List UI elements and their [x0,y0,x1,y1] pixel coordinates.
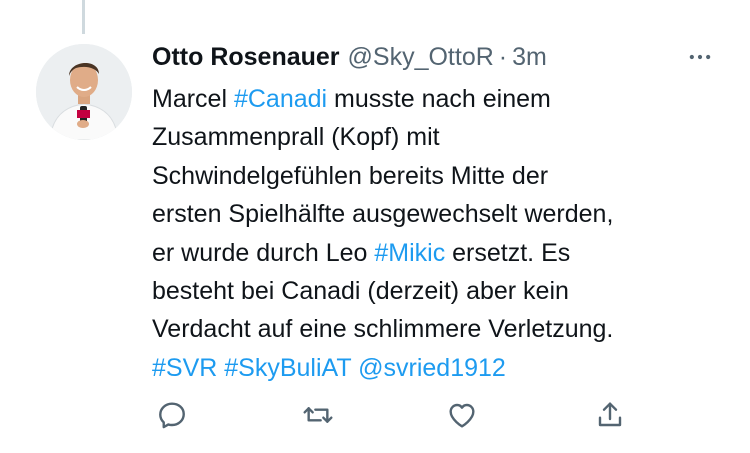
retweet-button[interactable] [298,395,338,435]
tweet-text-line: Marcel #Canadi musste nach einem [152,80,712,118]
hashtag-link[interactable]: #Mikic [374,239,445,267]
share-icon [598,402,622,427]
thread-connector-line [82,0,85,34]
more-options-button[interactable] [682,40,718,74]
tweet-text-line: #SVR #SkyBuliAT @svried1912 [152,349,712,387]
tweet-header: Otto Rosenauer @Sky_OttoR · 3m [152,40,712,74]
text-segment: Zusammenprall (Kopf) mit [152,123,440,152]
author-name[interactable]: Otto Rosenauer [152,40,340,74]
share-button[interactable] [590,395,630,435]
tweet-text-line: besteht bei Canadi (derzeit) aber kein [152,272,712,310]
like-icon [449,403,475,428]
text-segment: ersten Spielhälfte ausgewechselt werden, [152,200,614,229]
hashtag-link[interactable]: #Canadi [234,85,327,113]
tweet-text-line: Zusammenprall (Kopf) mit [152,118,712,156]
retweet-icon [303,407,333,423]
tweet-text-line: ersten Spielhälfte ausgewechselt werden, [152,195,712,233]
tweet-actions-bar [152,395,632,435]
tweet-timestamp[interactable]: 3m [512,40,547,74]
hashtag-link[interactable]: #SVR [152,354,217,382]
text-segment: Verdacht auf eine schlimmere Verletzung. [152,315,614,344]
more-horizontal-icon [689,54,711,60]
hashtag-link[interactable]: #SkyBuliAT [224,354,351,382]
tweet-text-line: Schwindelgefühlen bereits Mitte der [152,157,712,195]
text-segment: ersetzt. Es [445,238,571,267]
header-separator: · [498,43,508,71]
reply-icon [159,402,185,429]
text-segment: Marcel [152,85,234,113]
reply-button[interactable] [152,395,192,435]
tweet-text-line: Verdacht auf eine schlimmere Verletzung. [152,310,712,348]
avatar[interactable] [36,44,132,140]
text-segment: er wurde durch Leo [152,238,375,267]
tweet-body: Otto Rosenauer @Sky_OttoR · 3m Marcel #C… [152,40,712,387]
avatar-image [36,44,132,140]
tweet-text: Marcel #Canadi musste nach einem Zusammen… [152,80,712,387]
author-handle[interactable]: @Sky_OttoR [348,40,494,74]
text-segment: musste nach einem [327,85,551,113]
like-button[interactable] [442,395,482,435]
tweet-text-line: er wurde durch Leo #Mikic ersetzt. Es [152,234,712,272]
text-segment: besteht bei Canadi (derzeit) aber kein [152,277,569,306]
mention-link[interactable]: @svried1912 [358,354,506,382]
text-segment: Schwindelgefühlen bereits Mitte der [152,161,549,190]
